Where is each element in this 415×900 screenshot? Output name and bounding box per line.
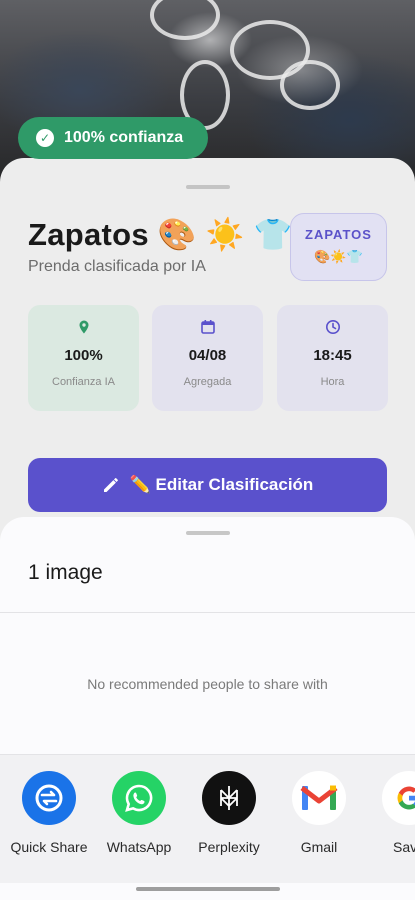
share-app-row: Quick Share WhatsApp Perplexity Gmail Sa…: [0, 755, 415, 883]
share-target-save[interactable]: Save: [364, 771, 415, 855]
pencil-icon: [103, 478, 118, 492]
share-target-label: Save: [393, 839, 415, 855]
share-target-label: Gmail: [300, 839, 338, 855]
stat-value: 100%: [64, 347, 103, 364]
share-target-gmail[interactable]: Gmail: [274, 771, 364, 855]
location-pin-icon: [79, 320, 88, 334]
quick-share-icon: [22, 771, 76, 825]
stat-value: 18:45: [313, 347, 352, 364]
google-icon: [382, 771, 415, 825]
share-sheet-title: 1 image: [28, 561, 103, 584]
share-target-label: Quick Share: [10, 839, 88, 855]
shoelace-decoration: [280, 60, 340, 110]
confidence-badge-label: 100% confianza: [64, 129, 184, 146]
calendar-icon: [200, 320, 215, 334]
shoelace-decoration: [150, 0, 220, 40]
clock-icon: [325, 320, 340, 334]
stat-value: 04/08: [188, 347, 227, 364]
confidence-badge: ✓ 100% confianza: [18, 117, 208, 159]
whatsapp-icon: [112, 771, 166, 825]
stat-label: Hora: [320, 376, 345, 388]
stat-label: Confianza IA: [52, 376, 115, 388]
edit-classification-label: ✏️ Editar Clasificación: [129, 475, 314, 494]
share-sheet: 1 image No recommended people to share w…: [0, 517, 415, 900]
gmail-icon: [292, 771, 346, 825]
stat-time: 18:45 Hora: [277, 305, 388, 411]
page-subtitle: Prenda clasificada por IA: [28, 258, 206, 275]
gesture-nav-bar[interactable]: [136, 887, 280, 891]
perplexity-icon: [202, 771, 256, 825]
stat-label: Agregada: [183, 376, 232, 388]
share-target-label: Perplexity: [198, 839, 260, 855]
category-tag-emojis: 🎨☀️👕: [314, 249, 363, 264]
no-recommendations-message: No recommended people to share with: [87, 676, 328, 692]
card-drag-handle[interactable]: [186, 185, 230, 189]
check-icon: ✓: [36, 129, 54, 147]
share-target-whatsapp[interactable]: WhatsApp: [94, 771, 184, 855]
share-target-label: WhatsApp: [106, 839, 172, 855]
share-sheet-handle[interactable]: [186, 531, 230, 535]
share-target-perplexity[interactable]: Perplexity: [184, 771, 274, 855]
stat-confidence: 100% Confianza IA: [28, 305, 139, 411]
category-tag: ZAPATOS 🎨☀️👕: [290, 213, 387, 281]
stat-date: 04/08 Agregada: [152, 305, 263, 411]
category-tag-label: ZAPATOS: [305, 227, 372, 242]
share-target-quick-share[interactable]: Quick Share: [4, 771, 94, 855]
page-title: Zapatos 🎨 ☀️ 👕: [28, 217, 293, 252]
divider: [0, 612, 415, 613]
edit-classification-button[interactable]: ✏️ Editar Clasificación: [28, 458, 387, 512]
